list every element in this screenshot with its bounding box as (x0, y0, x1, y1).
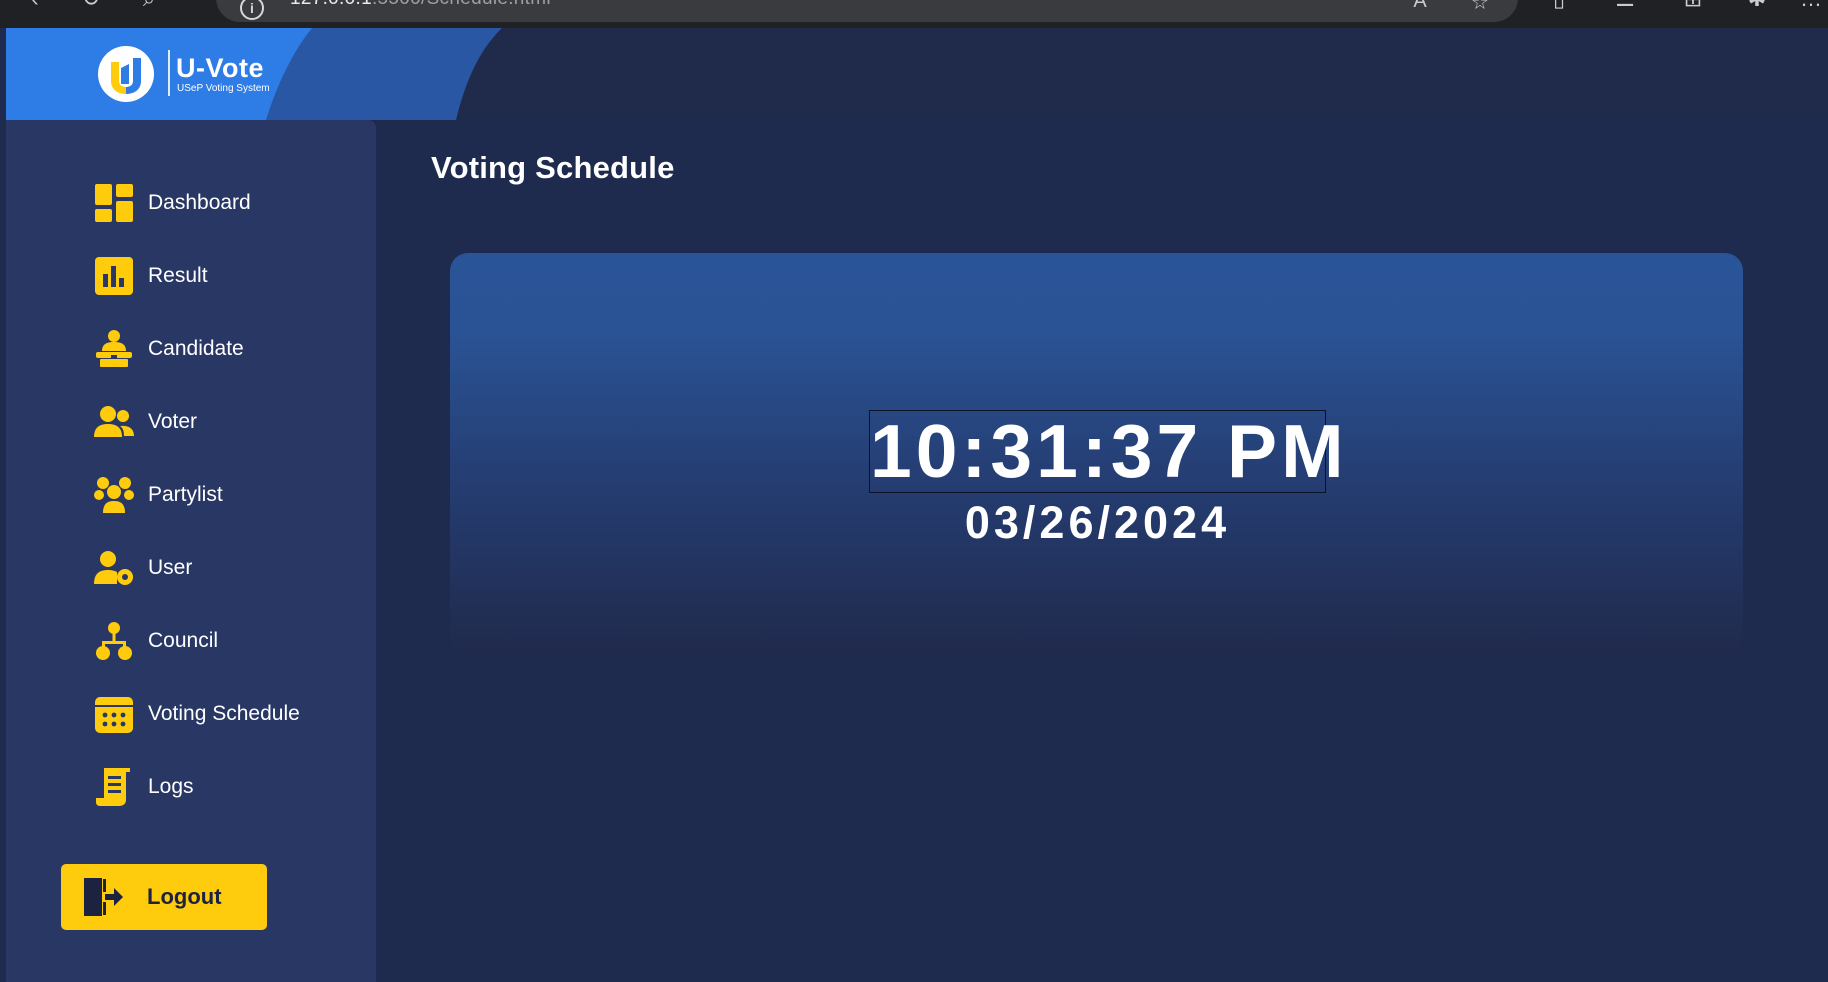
bar-chart-icon (94, 256, 134, 296)
favorites-list-icon[interactable]: ☰ (1612, 0, 1638, 12)
browser-toolbar: ‹ ↻ ⌕ i 127.0.0.1:5500/Schedule.html A ☆… (0, 0, 1828, 28)
split-screen-icon[interactable]: ▯ (1546, 0, 1572, 12)
top-header: U-Vote USeP Voting System (6, 28, 1828, 120)
more-menu-icon[interactable]: … (1798, 0, 1824, 12)
url-host: 127.0.0.1 (290, 0, 372, 9)
brand-tagline: USeP Voting System (177, 83, 270, 94)
search-icon[interactable]: ⌕ (136, 0, 162, 12)
collections-icon[interactable]: ⊞ (1680, 0, 1706, 12)
calendar-icon (94, 694, 134, 734)
sidebar-item-partylist[interactable]: Partylist (94, 472, 354, 518)
sidebar-item-result[interactable]: Result (94, 253, 354, 299)
back-arrow-icon[interactable]: ‹ (22, 0, 48, 12)
sidebar-item-label: Result (148, 264, 208, 287)
sidebar-item-label: Voter (148, 410, 198, 433)
brand-divider (168, 50, 170, 96)
sidebar-item-label: Partylist (148, 483, 223, 506)
user-gear-icon (94, 548, 134, 588)
favorite-star-icon[interactable]: ☆ (1468, 0, 1492, 14)
sidebar-item-logs[interactable]: Logs (94, 764, 354, 810)
brand-name: U-Vote (176, 53, 264, 83)
sidebar-item-label: Dashboard (148, 191, 251, 214)
extensions-icon[interactable]: ✱ (1744, 0, 1770, 12)
clock-time: 10:31:37 PM (869, 409, 1348, 493)
url-path: :5500/Schedule.html (372, 0, 551, 9)
sidebar-item-voting-schedule[interactable]: Voting Schedule (94, 691, 354, 737)
u-vote-logo[interactable] (98, 46, 154, 102)
sidebar-item-label: Candidate (148, 337, 244, 360)
sidebar-item-user[interactable]: User (94, 545, 354, 591)
sidebar: Dashboard Result Candidate Voter Partyli… (6, 120, 376, 982)
clock-card: 10:31:37 PM 03/26/2024 (450, 253, 1743, 653)
sidebar-item-label: User (148, 556, 193, 579)
sidebar-item-label: Council (148, 629, 219, 652)
address-bar[interactable]: i 127.0.0.1:5500/Schedule.html A ☆ (216, 0, 1518, 22)
podium-speaker-icon (94, 329, 134, 369)
sidebar-item-council[interactable]: Council (94, 618, 354, 664)
refresh-icon[interactable]: ↻ (78, 0, 104, 12)
sidebar-item-dashboard[interactable]: Dashboard (94, 180, 354, 226)
logo-mark-icon (111, 58, 141, 94)
logout-door-icon (81, 875, 125, 919)
sidebar-item-label: Voting Schedule (148, 702, 300, 725)
group-icon (94, 475, 134, 515)
sidebar-item-label: Logs (148, 775, 194, 798)
hierarchy-icon (94, 621, 134, 661)
logout-button[interactable]: Logout (61, 864, 267, 930)
sidebar-item-voter[interactable]: Voter (94, 399, 354, 445)
read-aloud-icon[interactable]: A (1408, 0, 1432, 14)
info-icon[interactable]: i (240, 0, 264, 20)
clock-date: 03/26/2024 (964, 497, 1231, 548)
users-icon (94, 402, 134, 442)
dashboard-icon (94, 183, 134, 223)
sidebar-item-candidate[interactable]: Candidate (94, 326, 354, 372)
logout-label: Logout (147, 884, 222, 909)
url-text[interactable]: 127.0.0.1:5500/Schedule.html (290, 0, 551, 10)
page-title: Voting Schedule (431, 150, 675, 185)
logs-icon (94, 767, 134, 807)
